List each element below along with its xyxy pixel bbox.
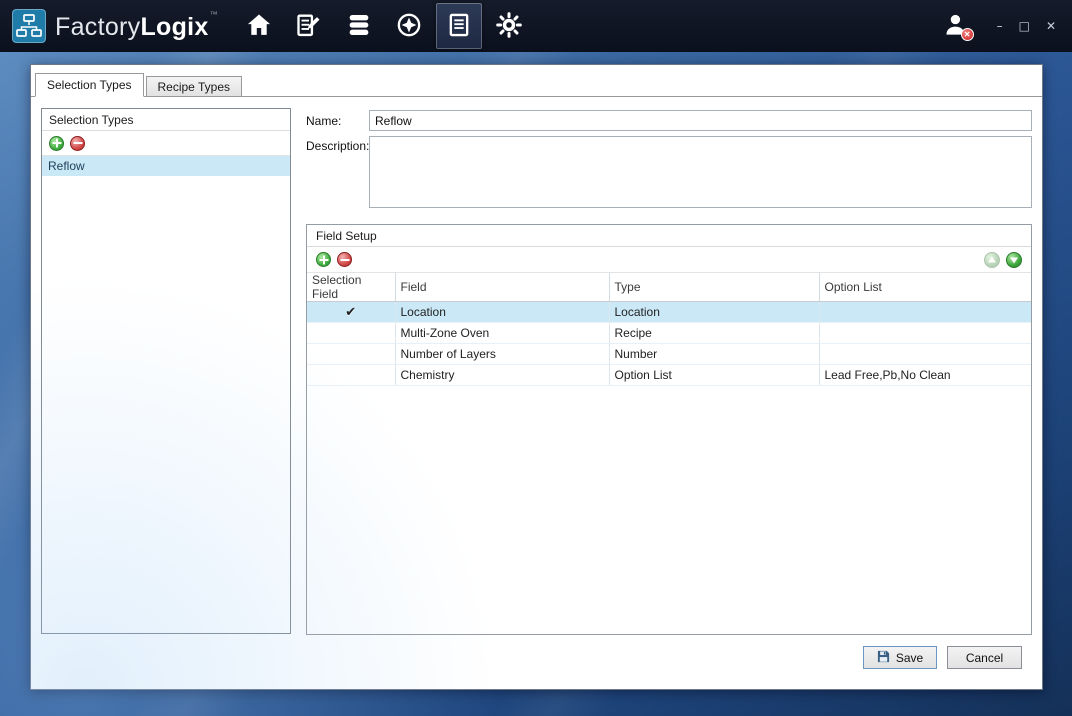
maximize-button[interactable]: □ bbox=[1019, 20, 1030, 32]
field-row[interactable]: Number of Layers Number bbox=[307, 344, 1031, 365]
description-input[interactable] bbox=[369, 136, 1032, 208]
field-setup-table: Selection Field Field Type Option List ✔… bbox=[307, 273, 1031, 386]
cell-field: Chemistry bbox=[395, 365, 609, 386]
remove-field-button[interactable] bbox=[337, 252, 352, 267]
nav-home-button[interactable] bbox=[236, 3, 282, 49]
field-setup-toolbar bbox=[307, 247, 1031, 273]
cell-selection bbox=[307, 365, 395, 386]
tab-selection-types[interactable]: Selection Types bbox=[35, 73, 144, 97]
cell-field: Number of Layers bbox=[395, 344, 609, 365]
cancel-button[interactable]: Cancel bbox=[947, 646, 1022, 669]
cell-selection bbox=[307, 323, 395, 344]
table-header-row: Selection Field Field Type Option List bbox=[307, 273, 1031, 302]
tab-content: Selection Types Reflow Name: Description… bbox=[31, 96, 1042, 689]
cell-option-list: Lead Free,Pb,No Clean bbox=[819, 365, 1031, 386]
stack-icon bbox=[345, 11, 373, 42]
list-item-reflow[interactable]: Reflow bbox=[42, 156, 290, 176]
nav-edit-list-button[interactable] bbox=[286, 3, 332, 49]
column-header-type[interactable]: Type bbox=[609, 273, 819, 302]
cell-selection bbox=[307, 344, 395, 365]
nav-compass-button[interactable] bbox=[386, 3, 432, 49]
move-field-up-button[interactable] bbox=[984, 252, 1000, 268]
column-header-selection-field[interactable]: Selection Field bbox=[307, 273, 395, 302]
column-header-field[interactable]: Field bbox=[395, 273, 609, 302]
cell-option-list bbox=[819, 302, 1031, 323]
move-field-down-button[interactable] bbox=[1006, 252, 1022, 268]
cell-type: Number bbox=[609, 344, 819, 365]
user-signout-button[interactable]: ✕ bbox=[939, 9, 973, 43]
top-navigation bbox=[236, 0, 532, 52]
name-label: Name: bbox=[306, 114, 341, 128]
save-button[interactable]: Save bbox=[863, 646, 937, 669]
nav-stack-button[interactable] bbox=[336, 3, 382, 49]
tab-recipe-types-label: Recipe Types bbox=[158, 80, 231, 94]
cell-field: Multi-Zone Oven bbox=[395, 323, 609, 344]
tab-selection-types-label: Selection Types bbox=[47, 78, 132, 92]
window-background: Selection Types Recipe Types Selection T… bbox=[0, 52, 1072, 716]
report-icon bbox=[445, 11, 473, 42]
factorylogix-logo-icon bbox=[12, 9, 46, 43]
remove-selection-type-button[interactable] bbox=[70, 136, 85, 151]
name-input[interactable] bbox=[369, 110, 1032, 131]
field-setup-title: Field Setup bbox=[307, 225, 1031, 247]
window-controls: – □ ✕ bbox=[997, 20, 1060, 32]
nav-report-button[interactable] bbox=[436, 3, 482, 49]
selection-types-listbox: Selection Types Reflow bbox=[41, 108, 291, 634]
titlebar: FactoryLogix™ bbox=[0, 0, 1072, 52]
field-row[interactable]: Multi-Zone Oven Recipe bbox=[307, 323, 1031, 344]
cell-field: Location bbox=[395, 302, 609, 323]
field-setup-group: Field Setup Selection Field Field Type bbox=[306, 224, 1032, 635]
home-icon bbox=[245, 11, 273, 42]
main-panel: Selection Types Recipe Types Selection T… bbox=[30, 64, 1043, 690]
cell-type: Recipe bbox=[609, 323, 819, 344]
selection-types-list: Reflow bbox=[42, 156, 290, 633]
app-title: FactoryLogix™ bbox=[55, 10, 218, 42]
add-field-button[interactable] bbox=[316, 252, 331, 267]
nav-settings-button[interactable] bbox=[486, 3, 532, 49]
cell-type: Option List bbox=[609, 365, 819, 386]
field-row[interactable]: Chemistry Option List Lead Free,Pb,No Cl… bbox=[307, 365, 1031, 386]
description-label: Description: bbox=[306, 139, 369, 153]
cell-option-list bbox=[819, 344, 1031, 365]
check-icon: ✔ bbox=[307, 302, 395, 323]
save-icon bbox=[877, 650, 890, 666]
edit-list-icon bbox=[295, 11, 323, 42]
gear-icon bbox=[494, 10, 524, 43]
signout-badge-icon: ✕ bbox=[961, 28, 974, 41]
field-row[interactable]: ✔ Location Location bbox=[307, 302, 1031, 323]
minimize-button[interactable]: – bbox=[997, 20, 1003, 32]
save-button-label: Save bbox=[896, 651, 923, 665]
cancel-button-label: Cancel bbox=[966, 651, 1003, 665]
cell-option-list bbox=[819, 323, 1031, 344]
tab-strip: Selection Types Recipe Types bbox=[31, 65, 1042, 96]
titlebar-right: ✕ – □ ✕ bbox=[939, 9, 1060, 43]
selection-types-header: Selection Types bbox=[42, 109, 290, 131]
add-selection-type-button[interactable] bbox=[49, 136, 64, 151]
selection-types-toolbar bbox=[42, 131, 290, 156]
cell-type: Location bbox=[609, 302, 819, 323]
app-logo: FactoryLogix™ bbox=[12, 9, 218, 43]
tab-recipe-types[interactable]: Recipe Types bbox=[146, 76, 243, 97]
close-button[interactable]: ✕ bbox=[1046, 20, 1056, 32]
compass-icon bbox=[395, 11, 423, 42]
column-header-option-list[interactable]: Option List bbox=[819, 273, 1031, 302]
